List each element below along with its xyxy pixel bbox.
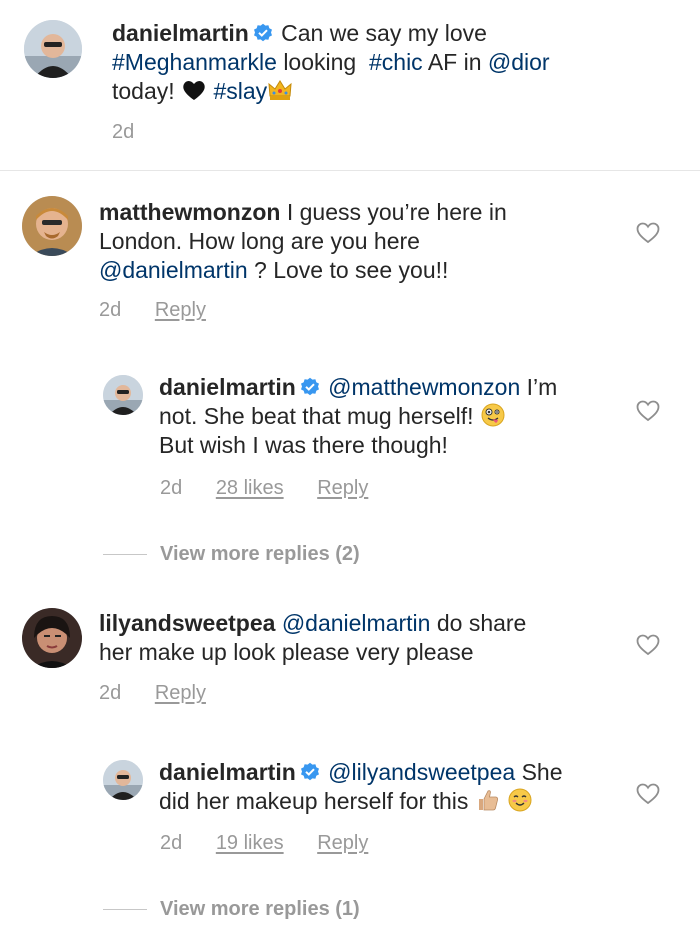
mention-lilyandsweetpea[interactable]: @lilyandsweetpea bbox=[328, 759, 515, 785]
hashtag-slay[interactable]: #slay bbox=[213, 78, 267, 104]
verified-badge-icon bbox=[300, 377, 319, 396]
reply-button[interactable]: Reply bbox=[155, 682, 206, 704]
smiling-face-emoji bbox=[508, 788, 532, 812]
mention-danielmartin[interactable]: @danielmartin bbox=[99, 257, 248, 283]
hashtag-chic[interactable]: #chic bbox=[369, 49, 423, 75]
view-more-replies-button[interactable]: View more replies (1) bbox=[160, 897, 360, 921]
caption-username[interactable]: danielmartin bbox=[112, 20, 249, 46]
comment-username[interactable]: lilyandsweetpea bbox=[99, 610, 275, 636]
comment-matthewmonzon-meta: 2d Reply bbox=[99, 299, 206, 321]
comment-matthewmonzon-text: matthewmonzon I guess you’re here in Lon… bbox=[99, 199, 507, 283]
mention-matthewmonzon[interactable]: @matthewmonzon bbox=[328, 374, 520, 400]
reply-button[interactable]: Reply bbox=[317, 832, 368, 854]
likes-count[interactable]: 28 likes bbox=[216, 477, 284, 499]
avatar-danielmartin-reply[interactable] bbox=[103, 760, 143, 800]
heart-outline-icon[interactable] bbox=[636, 783, 660, 805]
reply-danielmartin-2-text: danielmartin @lilyandsweetpea She did he… bbox=[159, 759, 563, 814]
view-more-replies-button[interactable]: View more replies (2) bbox=[160, 542, 360, 566]
comment-lilyandsweetpea-text: lilyandsweetpea @danielmartin do share h… bbox=[99, 610, 527, 665]
hashtag-meghanmarkle[interactable]: #Meghanmarkle bbox=[112, 49, 277, 75]
caption-divider bbox=[0, 170, 700, 171]
crown-emoji bbox=[268, 80, 292, 100]
verified-badge-icon bbox=[253, 23, 272, 42]
caption-time: 2d bbox=[112, 121, 135, 143]
reply-button[interactable]: Reply bbox=[155, 299, 206, 321]
view-more-line bbox=[103, 909, 147, 910]
heart-outline-icon[interactable] bbox=[636, 222, 660, 244]
view-more-line bbox=[103, 554, 147, 555]
thumbs-up-emoji bbox=[478, 790, 498, 811]
zany-face-emoji bbox=[481, 403, 505, 427]
reply-button[interactable]: Reply bbox=[317, 477, 368, 499]
mention-dior[interactable]: @dior bbox=[488, 49, 550, 75]
reply-danielmartin-1-text: danielmartin @matthewmonzon I’m not. She… bbox=[159, 374, 558, 458]
likes-count[interactable]: 19 likes bbox=[216, 832, 284, 854]
avatar-danielmartin-caption[interactable] bbox=[24, 20, 82, 78]
mention-danielmartin[interactable]: @danielmartin bbox=[282, 610, 431, 636]
avatar-lilyandsweetpea[interactable] bbox=[22, 608, 82, 668]
reply-danielmartin-2-meta: 2d 19 likes Reply bbox=[160, 832, 369, 854]
reply-username[interactable]: danielmartin bbox=[159, 374, 296, 400]
comment-username[interactable]: matthewmonzon bbox=[99, 199, 280, 225]
avatar-danielmartin-reply[interactable] bbox=[103, 375, 143, 415]
reply-username[interactable]: danielmartin bbox=[159, 759, 296, 785]
comment-lilyandsweetpea-meta: 2d Reply bbox=[99, 682, 206, 704]
black-heart-emoji bbox=[183, 81, 205, 100]
heart-outline-icon[interactable] bbox=[636, 634, 660, 656]
caption-text: danielmartin Can we say my love #Meghanm… bbox=[112, 20, 550, 104]
verified-badge-icon bbox=[300, 762, 319, 781]
reply-danielmartin-1-meta: 2d 28 likes Reply bbox=[160, 477, 369, 499]
avatar-matthewmonzon[interactable] bbox=[22, 196, 82, 256]
heart-outline-icon[interactable] bbox=[636, 400, 660, 422]
